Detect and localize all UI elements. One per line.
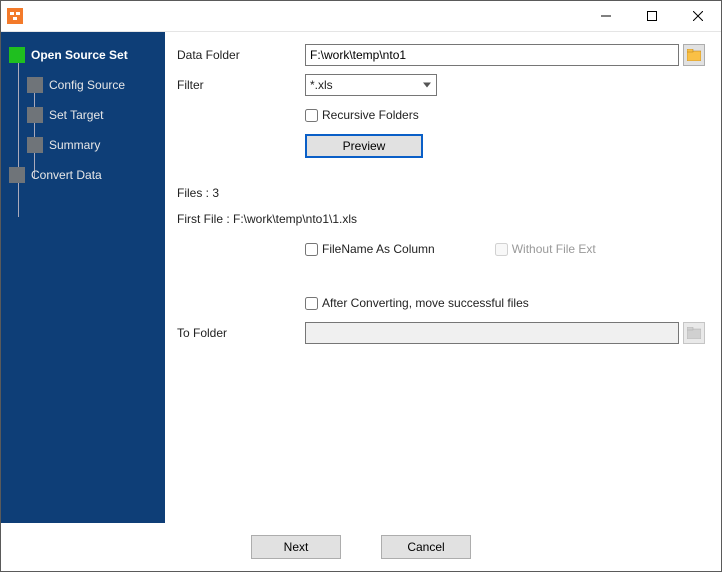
preview-button[interactable]: Preview bbox=[305, 134, 423, 158]
browse-to-folder-button bbox=[683, 322, 705, 344]
row-after-convert: After Converting, move successful files bbox=[177, 292, 705, 314]
recursive-folders-checkbox[interactable]: Recursive Folders bbox=[305, 108, 419, 122]
step-node-icon bbox=[27, 107, 43, 123]
app-icon bbox=[7, 8, 23, 24]
row-data-folder: Data Folder bbox=[177, 44, 705, 66]
filename-as-column-label: FileName As Column bbox=[322, 242, 435, 256]
step-node-icon bbox=[27, 137, 43, 153]
sidebar-item-config-source[interactable]: Config Source bbox=[1, 70, 165, 100]
filename-as-column-checkbox[interactable]: FileName As Column bbox=[305, 242, 435, 256]
sidebar-item-label: Set Target bbox=[49, 108, 103, 122]
sidebar-item-label: Summary bbox=[49, 138, 100, 152]
row-filter: Filter *.xls bbox=[177, 74, 705, 96]
to-folder-label: To Folder bbox=[177, 326, 305, 340]
files-count-text: Files : 3 bbox=[177, 186, 219, 200]
recursive-folders-input[interactable] bbox=[305, 109, 318, 122]
next-button[interactable]: Next bbox=[251, 535, 341, 559]
sidebar-item-label: Config Source bbox=[49, 78, 125, 92]
row-to-folder: To Folder bbox=[177, 322, 705, 344]
to-folder-input bbox=[305, 322, 679, 344]
filter-value: *.xls bbox=[310, 78, 333, 92]
recursive-folders-label: Recursive Folders bbox=[322, 108, 419, 122]
filter-label: Filter bbox=[177, 78, 305, 92]
without-file-ext-checkbox: Without File Ext bbox=[495, 242, 596, 256]
sidebar-item-set-target[interactable]: Set Target bbox=[1, 100, 165, 130]
after-converting-input[interactable] bbox=[305, 297, 318, 310]
without-file-ext-label: Without File Ext bbox=[512, 242, 596, 256]
content: Open Source Set Config Source Set Target… bbox=[1, 32, 721, 523]
main-panel: Data Folder Filter *.xls bbox=[165, 32, 721, 523]
step-node-icon bbox=[9, 167, 25, 183]
sidebar-item-open-source-set[interactable]: Open Source Set bbox=[1, 40, 165, 70]
minimize-button[interactable] bbox=[583, 1, 629, 31]
row-first-file: First File : F:\work\temp\nto1\1.xls bbox=[177, 208, 705, 230]
cancel-button[interactable]: Cancel bbox=[381, 535, 471, 559]
folder-icon bbox=[687, 327, 701, 339]
filter-combo[interactable]: *.xls bbox=[305, 74, 437, 96]
after-converting-checkbox[interactable]: After Converting, move successful files bbox=[305, 296, 529, 310]
sidebar-item-summary[interactable]: Summary bbox=[1, 130, 165, 160]
step-node-icon bbox=[27, 77, 43, 93]
folder-icon bbox=[687, 49, 701, 61]
maximize-button[interactable] bbox=[629, 1, 675, 31]
close-button[interactable] bbox=[675, 1, 721, 31]
after-converting-label: After Converting, move successful files bbox=[322, 296, 529, 310]
first-file-text: First File : F:\work\temp\nto1\1.xls bbox=[177, 212, 357, 226]
sidebar-item-label: Open Source Set bbox=[31, 48, 128, 62]
filename-as-column-input[interactable] bbox=[305, 243, 318, 256]
step-node-icon bbox=[9, 47, 25, 63]
data-folder-input[interactable] bbox=[305, 44, 679, 66]
without-file-ext-input bbox=[495, 243, 508, 256]
data-folder-label: Data Folder bbox=[177, 48, 305, 62]
sidebar-item-label: Convert Data bbox=[31, 168, 102, 182]
footer: Next Cancel bbox=[1, 523, 721, 571]
row-filename-col: FileName As Column Without File Ext bbox=[177, 238, 705, 260]
sidebar: Open Source Set Config Source Set Target… bbox=[1, 32, 165, 523]
row-files-count: Files : 3 bbox=[177, 182, 705, 204]
sidebar-item-convert-data[interactable]: Convert Data bbox=[1, 160, 165, 190]
browse-data-folder-button[interactable] bbox=[683, 44, 705, 66]
titlebar bbox=[1, 1, 721, 32]
row-preview: Preview bbox=[177, 134, 705, 158]
window-controls bbox=[583, 1, 721, 31]
row-recursive: Recursive Folders bbox=[177, 104, 705, 126]
